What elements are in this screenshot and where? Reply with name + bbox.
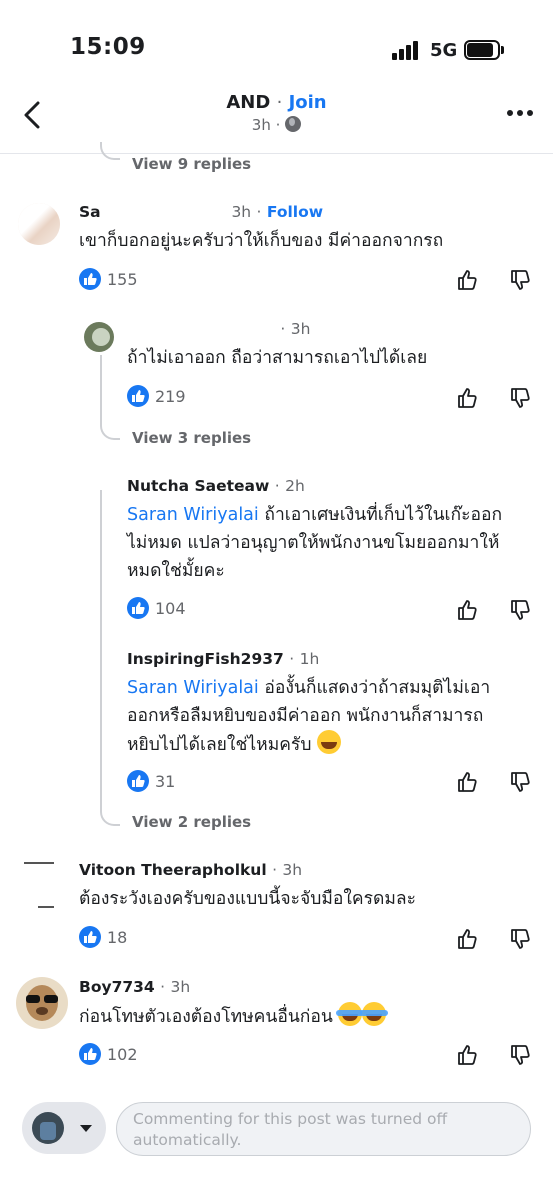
author-name[interactable]: InspiringFish2937 bbox=[127, 650, 284, 668]
like-count-value: 219 bbox=[155, 386, 186, 406]
thread-connector bbox=[100, 410, 120, 440]
thumbs-down-icon[interactable] bbox=[509, 268, 533, 292]
cellular-signal-icon bbox=[392, 40, 422, 60]
view-replies-link[interactable]: View 2 replies bbox=[132, 813, 251, 831]
author-name[interactable]: Boy7734 bbox=[79, 978, 155, 996]
like-count-value: 18 bbox=[107, 927, 128, 947]
comment-author: Boy7734 · 3h bbox=[79, 978, 191, 996]
header-separator: · bbox=[276, 92, 283, 113]
avatar[interactable] bbox=[18, 203, 60, 245]
thumbs-up-icon[interactable] bbox=[456, 1043, 480, 1067]
header-title: AND · Join bbox=[0, 92, 553, 113]
status-bar: 15:09 5G bbox=[0, 0, 553, 80]
comment-time: 3h bbox=[282, 861, 303, 879]
comment-text: Saran Wiriyalai ถ้าเอาเศษเงินที่เก็บไว้ใ… bbox=[127, 501, 547, 585]
like-count: 219 bbox=[127, 385, 186, 407]
comment-time: 2h bbox=[285, 477, 305, 495]
like-count: 18 bbox=[79, 926, 127, 948]
thumbs-up-icon[interactable] bbox=[456, 268, 480, 292]
like-count: 104 bbox=[127, 597, 186, 619]
more-dots-icon[interactable] bbox=[507, 110, 533, 118]
comment-author: Nutcha Saeteaw · 2h bbox=[127, 477, 305, 495]
comment-text: เขาก็บอกอยู่นะครับว่าให้เก็บของ มีค่าออก… bbox=[79, 231, 444, 251]
header-subtitle: 3h · bbox=[0, 116, 553, 134]
like-count-value: 31 bbox=[155, 771, 176, 791]
like-badge-icon bbox=[127, 597, 149, 619]
network-type: 5G bbox=[430, 40, 458, 61]
comment-text-line: ถ้าเอาเศษเงินที่เก็บไว้ในเก๊ะออก bbox=[258, 505, 503, 525]
join-button[interactable]: Join bbox=[289, 92, 327, 113]
avatar bbox=[32, 1112, 64, 1144]
thumbs-up-icon[interactable] bbox=[456, 927, 480, 951]
thread-connector bbox=[100, 790, 120, 826]
battery-icon bbox=[464, 40, 504, 60]
comment-text-line: หมดใช่มั้ยคะ bbox=[127, 561, 225, 581]
thread-line bbox=[100, 490, 102, 800]
comment-time: 1h bbox=[299, 650, 320, 668]
avatar[interactable] bbox=[84, 322, 114, 352]
thumbs-up-icon[interactable] bbox=[456, 386, 480, 410]
like-count-value: 104 bbox=[155, 598, 186, 618]
comment-text-line: ก่อนโทษตัวเองต้องโทษคนอื่นก่อน bbox=[79, 1007, 333, 1027]
comment-time: 3h bbox=[231, 203, 252, 221]
comment-author: Vitoon Theerapholkul · 3h bbox=[79, 861, 303, 879]
tears-of-joy-emoji-icon bbox=[360, 1002, 389, 1026]
caret-down-icon bbox=[80, 1125, 92, 1132]
group-name[interactable]: AND bbox=[226, 92, 270, 113]
like-badge-icon bbox=[127, 385, 149, 407]
comment-input-placeholder: Commenting for this post was turned off … bbox=[133, 1110, 448, 1149]
comment-time: 3h bbox=[170, 978, 191, 996]
like-count: 155 bbox=[79, 268, 138, 290]
thread-connector bbox=[100, 142, 120, 160]
follow-button[interactable]: Follow bbox=[267, 203, 323, 221]
view-replies-link[interactable]: View 3 replies bbox=[132, 429, 251, 447]
comment-text: Saran Wiriyalai อ่องั้นก็แสดงว่าถ้าสมมุต… bbox=[127, 674, 547, 759]
grin-emoji-icon bbox=[317, 730, 342, 754]
comment-text-line: ไม่หมด แปลว่าอนุญาตให้พนักงานขโมยออกมาให… bbox=[127, 533, 500, 553]
comment-time: 3h bbox=[290, 320, 311, 338]
comment-text-line: ออกหรือลืมหยิบของมีค่าออก พนักงานก็สามาร… bbox=[127, 706, 484, 726]
post-header: AND · Join 3h · bbox=[0, 80, 553, 154]
avatar[interactable] bbox=[16, 977, 68, 1029]
status-time: 15:09 bbox=[70, 34, 146, 60]
post-time: 3h bbox=[251, 116, 271, 134]
like-count-value: 155 bbox=[107, 269, 138, 289]
like-badge-icon bbox=[79, 268, 101, 290]
like-badge-icon bbox=[79, 926, 101, 948]
like-count-value: 102 bbox=[107, 1044, 138, 1064]
author-name[interactable]: Sa bbox=[79, 203, 101, 221]
comment-author: Sa 3h · Follow bbox=[79, 203, 324, 221]
thumbs-down-icon[interactable] bbox=[509, 386, 533, 410]
comment-text-line: อ่องั้นก็แสดงว่าถ้าสมมุติไม่เอา bbox=[258, 678, 491, 698]
comment-text: ถ้าไม่เอาออก ถือว่าสามารถเอาไปได้เลย bbox=[127, 348, 428, 368]
author-name[interactable]: Nutcha Saeteaw bbox=[127, 477, 269, 495]
thumbs-up-icon[interactable] bbox=[456, 598, 480, 622]
thread-line bbox=[100, 355, 102, 415]
like-count: 31 bbox=[127, 770, 175, 792]
comment-text-line: หยิบไปได้เลยใช่ไหมครับ bbox=[127, 735, 312, 755]
globe-icon bbox=[285, 116, 302, 132]
mention-link[interactable]: Saran Wiriyalai bbox=[127, 678, 259, 698]
thumbs-down-icon[interactable] bbox=[509, 927, 533, 951]
comment-text: ต้องระวังเองครับของแบบนี้จะจับมือใครดมละ bbox=[79, 889, 417, 909]
thumbs-down-icon[interactable] bbox=[509, 598, 533, 622]
thumbs-up-icon[interactable] bbox=[456, 770, 480, 794]
header-sub-separator: · bbox=[275, 116, 281, 134]
thumbs-down-icon[interactable] bbox=[509, 770, 533, 794]
avatar[interactable] bbox=[18, 860, 60, 912]
like-count: 102 bbox=[79, 1043, 138, 1065]
author-name[interactable]: Vitoon Theerapholkul bbox=[79, 861, 267, 879]
thumbs-down-icon[interactable] bbox=[509, 1043, 533, 1067]
tears-of-joy-emoji-icon bbox=[336, 1002, 365, 1026]
mention-link[interactable]: Saran Wiriyalai bbox=[127, 505, 259, 525]
identity-switcher[interactable] bbox=[22, 1102, 106, 1154]
comment-input[interactable]: Commenting for this post was turned off … bbox=[116, 1102, 531, 1156]
comment-author: · 3h bbox=[280, 320, 311, 338]
comment-text: ก่อนโทษตัวเองต้องโทษคนอื่นก่อน bbox=[79, 1002, 539, 1031]
view-replies-link[interactable]: View 9 replies bbox=[132, 155, 251, 173]
like-badge-icon bbox=[127, 770, 149, 792]
like-badge-icon bbox=[79, 1043, 101, 1065]
comment-author: InspiringFish2937 · 1h bbox=[127, 650, 320, 668]
